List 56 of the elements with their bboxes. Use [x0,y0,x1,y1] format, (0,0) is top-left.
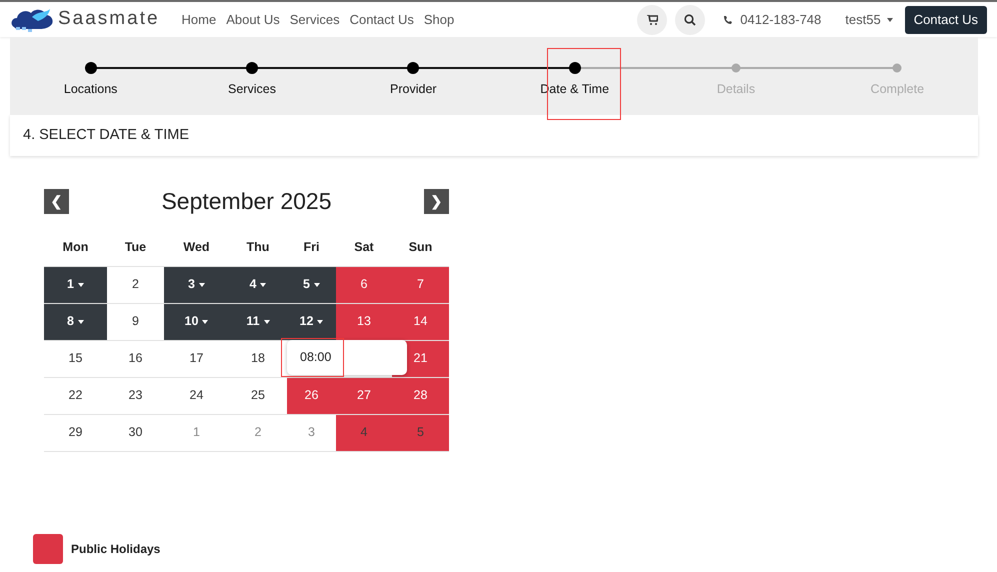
caret-icon [78,320,84,324]
day-cell[interactable]: 5 [287,266,336,302]
caret-icon [198,282,205,286]
nav-link[interactable]: Shop [424,10,454,30]
nav-link[interactable]: Home [182,10,216,30]
search-button[interactable] [675,4,706,34]
user-menu[interactable]: test55 [845,10,893,30]
phone-icon [723,14,732,24]
nav-link[interactable]: Contact Us [350,10,414,30]
weekday-label: Fri [304,238,320,256]
day-cell: 27 [336,378,392,414]
section-title: 4. SELECT DATE & TIME [23,126,189,145]
time-slot[interactable]: 08:00 [287,340,407,374]
day-cell[interactable]: 1 [44,266,107,302]
weekday-label: Tue [124,238,146,256]
day-cell[interactable]: 4 [229,266,287,302]
previous-month-button[interactable]: ❮ [44,188,69,214]
weekday-label: Thu [246,238,270,256]
nav-link[interactable]: Services [290,10,340,30]
search-icon [684,14,696,26]
caret-icon [78,282,84,286]
brand-name[interactable]: Saasmate [58,5,160,34]
weekday-label: Mon [62,238,88,256]
caret-icon [314,282,320,286]
caret-icon [317,320,324,324]
nav-link[interactable]: About Us [226,10,280,30]
weekday-label: Sat [354,238,374,256]
next-month-button[interactable]: ❯ [424,188,449,214]
day-cell: 6 [336,266,392,302]
day-cell: 14 [392,304,449,340]
day-cell[interactable]: 3 [164,266,229,302]
caret-icon [264,320,270,324]
weekday-label: Wed [183,238,210,256]
legend-label: Public Holidays [71,541,160,558]
caret-icon [260,282,266,286]
step-label[interactable]: Provider [390,80,437,99]
day-cell: 4 [336,414,392,450]
weekday-label: Sun [408,238,432,256]
contact-button[interactable]: Contact Us [904,6,987,34]
step-label[interactable]: Locations [64,80,118,99]
cart-icon [646,14,658,24]
day-cell: 13 [336,304,392,340]
caret-icon [202,320,208,324]
day-cell: 5 [392,414,449,450]
cart-button[interactable] [637,4,668,34]
day-cell[interactable]: 11 [229,304,287,340]
day-cell[interactable]: 12 [287,304,336,340]
day-cell[interactable]: 10 [164,304,229,340]
day-cell[interactable]: 8 [44,304,107,340]
day-cell: 28 [392,378,449,414]
month-title: September 2025 [161,187,332,216]
day-cell: 7 [392,266,449,302]
caret-icon [886,18,893,22]
phone-number[interactable]: 0412-183-748 [740,10,822,30]
day-cell: 26 [287,378,336,414]
step-label[interactable]: Services [228,80,276,99]
